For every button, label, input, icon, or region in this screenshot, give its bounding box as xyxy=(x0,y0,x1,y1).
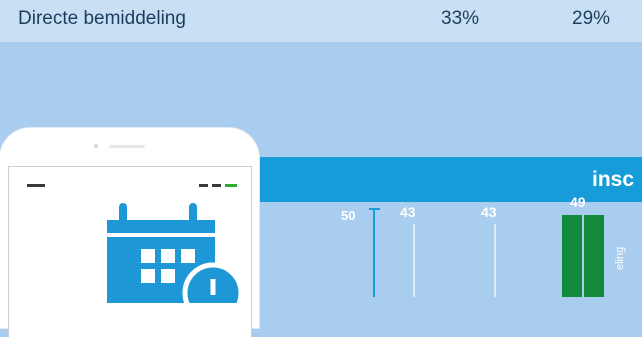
speaker-icon xyxy=(109,145,145,148)
phone-illustration xyxy=(0,128,259,337)
battery-icon xyxy=(225,184,237,187)
calendar-icon xyxy=(107,203,244,303)
bar-3-label: 49 xyxy=(570,194,586,210)
camera-icon xyxy=(94,144,98,148)
bar-2-label: 43 xyxy=(481,204,497,220)
bar-1-label: 43 xyxy=(400,204,416,220)
phone-screen xyxy=(8,166,252,337)
wifi-icon xyxy=(212,184,221,187)
bar-3b xyxy=(584,215,604,297)
y-tick-label: 50 xyxy=(341,208,356,223)
bar-3-category-label: eling xyxy=(614,246,626,270)
bar-3 xyxy=(562,215,582,297)
signal-icon xyxy=(199,184,208,187)
statusbar-left-icon xyxy=(27,184,45,187)
